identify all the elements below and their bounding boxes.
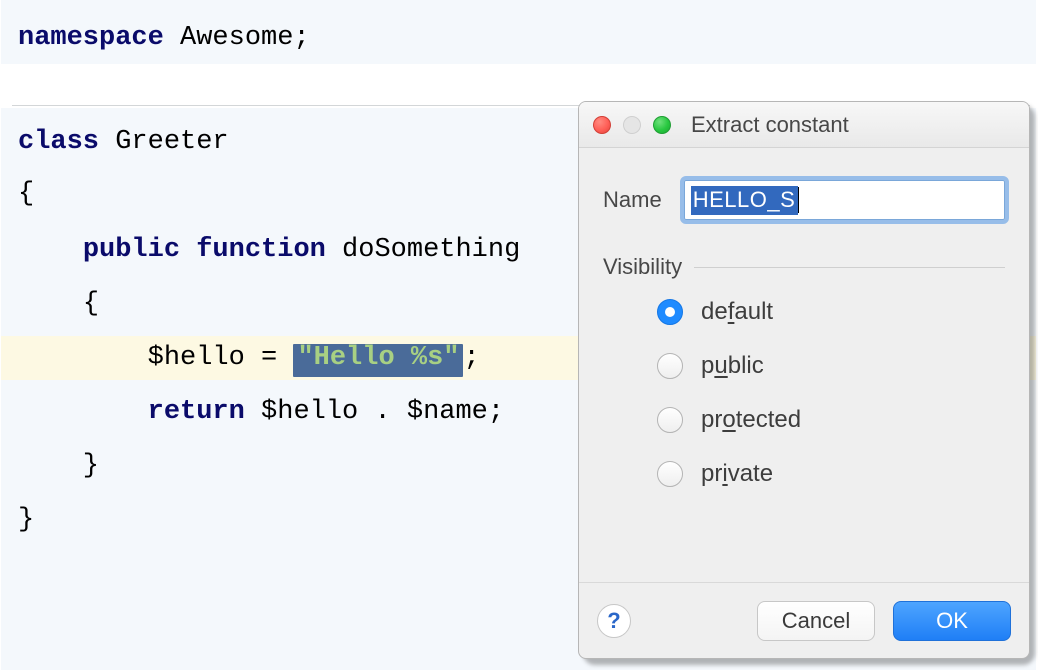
name-input[interactable]: HELLO_S [684,180,1005,220]
extract-constant-dialog: Extract constant Name HELLO_S Visibility… [578,101,1030,659]
radio-icon[interactable] [657,299,683,325]
window-controls [593,116,671,134]
dialog-body: Name HELLO_S Visibility default public p… [579,148,1029,488]
selected-string: "Hello %s" [293,344,463,377]
brace-open: { [83,289,99,319]
visibility-radios: default public protected private [657,298,1005,488]
visibility-group-label: Visibility [603,254,1005,280]
minimize-icon [623,116,641,134]
group-divider [694,267,1005,268]
radio-label: default [701,298,773,326]
brace-close: } [18,451,99,481]
keyword-function: function [180,235,326,265]
radio-icon[interactable] [657,353,683,379]
var-hello: $hello [18,343,261,373]
help-button[interactable]: ? [597,604,631,638]
text-caret [798,187,799,213]
dialog-titlebar[interactable]: Extract constant [579,102,1029,148]
semicolon: ; [293,23,309,53]
equals-sign: = [261,343,277,373]
name-row: Name HELLO_S [603,180,1005,220]
function-name: doSomething [326,235,520,265]
class-name: Greeter [99,127,229,157]
zoom-icon[interactable] [653,116,671,134]
ok-button[interactable]: OK [893,601,1011,641]
brace-open: { [18,179,34,209]
dialog-title: Extract constant [691,112,849,138]
keyword-class: class [18,127,99,157]
semicolon: ; [463,343,479,373]
radio-icon[interactable] [657,407,683,433]
cancel-button[interactable]: Cancel [757,601,875,641]
code-line: namespace Awesome; [18,24,1038,54]
keyword-namespace: namespace [18,23,164,53]
visibility-label-text: Visibility [603,254,682,280]
radio-protected[interactable]: protected [657,406,1005,434]
brace-close: } [18,505,34,535]
radio-label: private [701,460,773,488]
name-label: Name [603,187,662,213]
radio-private[interactable]: private [657,460,1005,488]
radio-public[interactable]: public [657,352,1005,380]
dialog-footer: ? Cancel OK [579,582,1029,658]
name-input-value: HELLO_S [691,186,799,215]
namespace-name: Awesome [164,23,294,53]
close-icon[interactable] [593,116,611,134]
radio-icon[interactable] [657,461,683,487]
keyword-public: public [83,235,180,265]
radio-default[interactable]: default [657,298,1005,326]
radio-label: protected [701,406,801,434]
radio-label: public [701,352,764,380]
